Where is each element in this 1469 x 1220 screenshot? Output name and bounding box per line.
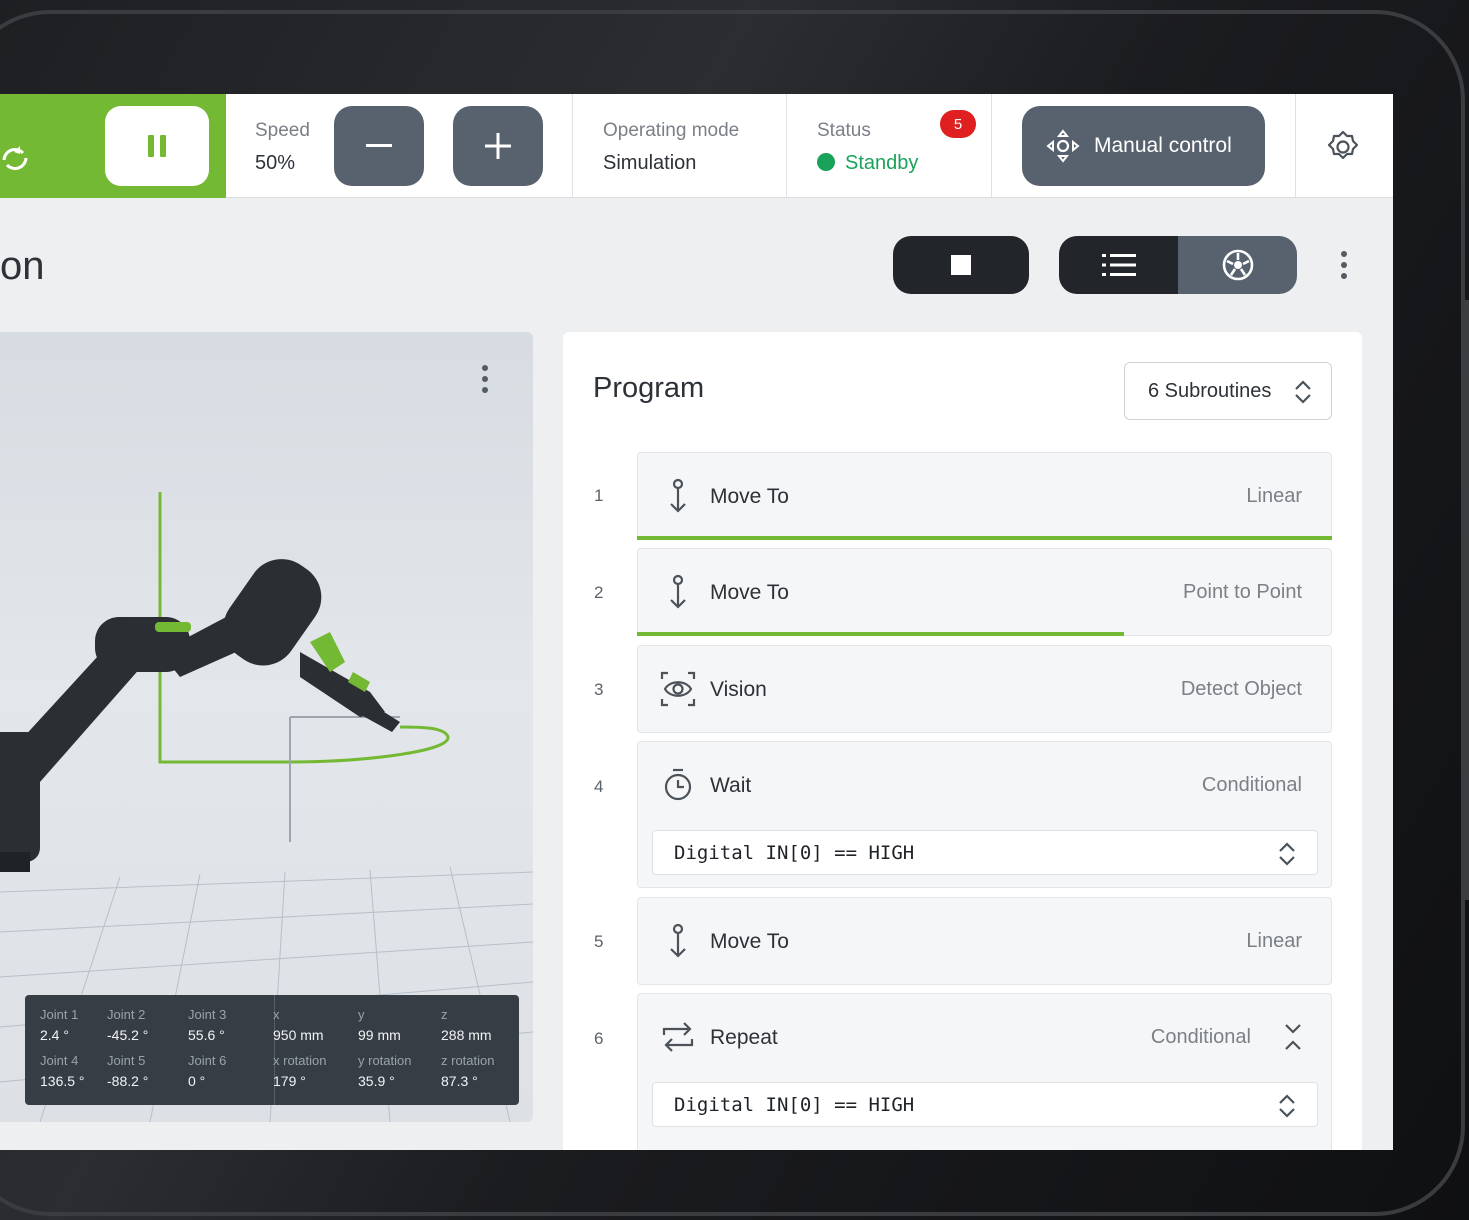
program-step[interactable]: Vision Detect Object [637,645,1332,733]
status-indicator-dot [817,153,835,171]
divider [1295,94,1296,198]
move-to-icon [670,923,686,958]
view-toggle [1059,236,1297,294]
program-step[interactable]: Move To Linear [637,452,1332,540]
condition-value: Digital IN[0] == HIGH [674,1093,915,1116]
list-icon [1101,254,1136,276]
readout-cell: Joint 5 -88.2 ° [107,1053,149,1089]
step-name: Move To [710,485,789,508]
speed-value: 50% [255,152,296,174]
subroutines-select[interactable]: 6 Subroutines [1124,362,1332,420]
step-name: Move To [710,930,789,953]
readout-cell: Joint 2 -45.2 ° [107,1007,149,1043]
step-type: Detect Object [1180,678,1302,700]
page-title: on [0,244,45,288]
readout-cell: Joint 3 55.6 ° [188,1007,227,1043]
speed-label: Speed [255,120,310,141]
manual-control-button[interactable]: Manual control [1022,106,1265,186]
readout-cell: y 99 mm [358,1007,401,1043]
speed-decrease-button[interactable] [334,106,424,186]
vision-icon [660,671,696,707]
divider [786,94,787,198]
dashboard-icon [1222,249,1253,281]
speed-increase-button[interactable] [453,106,543,186]
subroutines-value: 6 Subroutines [1148,379,1272,402]
status-badge[interactable]: 5 [940,110,976,138]
step-progress-bar [637,536,1332,540]
robot-3d-viewport[interactable]: Joint 1 2.4 ° Joint 2 -45.2 ° Joint 3 55.6 … [0,332,533,1122]
program-step[interactable]: Repeat Conditional Digital IN[0] == HIGH [637,993,1332,1150]
program-title: Program [593,372,705,404]
operating-mode-label: Operating mode [603,120,740,141]
program-step[interactable]: Move To Point to Point [637,548,1332,636]
step-name: Wait [710,774,752,797]
readout-cell: y rotation 35.9 ° [358,1053,412,1089]
pause-button[interactable] [105,106,209,186]
chevron-updown-icon [1279,1094,1295,1118]
operating-mode-value: Simulation [603,152,697,174]
divider [572,94,573,198]
move-to-icon [670,478,686,513]
condition-select[interactable]: Digital IN[0] == HIGH [652,830,1318,875]
step-type: Point to Point [1183,581,1302,603]
step-name: Repeat [710,1026,778,1049]
app-screen: Speed 50% Operating mode Simulation Stat… [0,94,1393,1150]
readout-cell: x 950 mm [273,1007,324,1043]
readout-cell: x rotation 179 ° [273,1053,327,1089]
top-bar: Speed 50% Operating mode Simulation Stat… [0,94,1393,198]
timer-icon [664,768,692,801]
program-step[interactable]: Move To Linear [637,897,1332,985]
step-number: 5 [594,932,604,951]
pause-icon [148,135,154,157]
plus-icon [485,133,511,159]
joint-readout-panel: Joint 1 2.4 ° Joint 2 -45.2 ° Joint 3 55.6 … [25,995,519,1105]
move-to-icon [670,574,686,609]
stop-button[interactable] [893,236,1029,294]
step-name: Vision [710,678,767,701]
repeat-icon [662,1022,694,1052]
step-type: Conditional [1150,1026,1251,1048]
chevron-updown-icon [1295,380,1311,404]
condition-select[interactable]: Digital IN[0] == HIGH [652,1082,1318,1127]
divider [991,94,992,198]
gear-icon[interactable] [1325,129,1361,165]
program-step[interactable]: Wait Conditional Digital IN[0] == HIGH [637,741,1332,888]
step-type: Conditional [1201,774,1302,796]
readout-cell: Joint 4 136.5 ° [40,1053,85,1089]
collapse-icon[interactable] [1283,1022,1303,1052]
readout-cell: Joint 60 ° [188,1053,227,1089]
step-type: Linear [1246,485,1302,507]
readout-cell: z 288 mm [441,1007,492,1043]
viewport-more-options-icon[interactable] [481,365,489,393]
chevron-updown-icon [1279,842,1295,866]
readout-cell: z rotation 87.3 ° [441,1053,495,1089]
step-name: Move To [710,581,789,604]
sync-icon[interactable] [0,142,30,176]
step-progress-bar [637,632,1125,636]
readout-cell: Joint 1 2.4 ° [40,1007,79,1043]
manual-control-label: Manual control [1094,134,1232,157]
step-number: 2 [594,583,604,602]
step-number: 3 [594,680,604,699]
status-value: Standby [845,152,919,174]
list-view-tab[interactable] [1059,236,1178,294]
step-type: Linear [1246,930,1302,952]
program-panel: Program 6 Subroutines 1 Move To Linear 2 [563,332,1362,1150]
manual-control-icon [1046,129,1080,163]
stop-icon [951,255,971,275]
device-side-button [1461,300,1469,900]
status-label: Status [817,120,871,141]
minus-icon [366,144,392,147]
more-options-icon[interactable] [1340,251,1348,279]
step-number: 4 [594,777,604,796]
dashboard-view-tab[interactable] [1178,236,1297,294]
run-control-segment [0,94,226,198]
step-number: 1 [594,486,604,505]
condition-value: Digital IN[0] == HIGH [674,841,915,864]
device-frame: Speed 50% Operating mode Simulation Stat… [0,0,1469,1220]
step-number: 6 [594,1029,604,1048]
